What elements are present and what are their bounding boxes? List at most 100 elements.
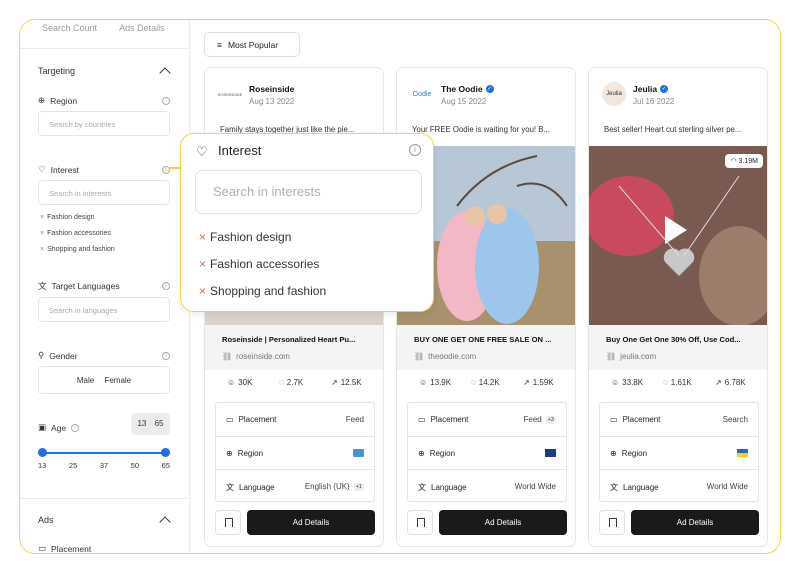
interest-tag[interactable]: × Fashion accessories	[199, 257, 319, 271]
bookmark-button[interactable]	[215, 510, 241, 535]
tab-ads-details[interactable]: Ads Details	[119, 23, 165, 33]
monitor-icon: ▭	[610, 415, 618, 424]
ad-info-table: ▭ Placement Search ⊕ Region 文 Language Worl…	[599, 402, 759, 502]
brand-name-text: Jeulia	[633, 84, 658, 94]
remove-icon[interactable]: ×	[199, 284, 206, 298]
play-icon[interactable]	[665, 216, 687, 244]
ad-card[interactable]: Jeulia Jeulia ✓ Jul 16 2022 Best seller! …	[588, 67, 768, 547]
ad-media[interactable]: ◠ 3.19M	[589, 146, 767, 325]
ad-date: Aug 13 2022	[249, 97, 295, 106]
placement-row-label: ▭ Placement	[418, 415, 468, 424]
info-icon[interactable]: i	[162, 282, 170, 290]
info-icon[interactable]: i	[71, 423, 80, 432]
region-flag-icon	[353, 449, 364, 457]
row-value: English (UK)	[304, 482, 350, 491]
translate-icon: 文	[418, 483, 426, 492]
chevron-up-icon[interactable]	[159, 67, 171, 79]
info-icon[interactable]: i	[409, 144, 421, 156]
row-label: Placement	[622, 415, 661, 424]
divider	[20, 498, 190, 499]
remove-icon[interactable]: ×	[199, 230, 206, 244]
interest-tag[interactable]: × Fashion accessories	[40, 230, 111, 237]
ad-title: BUY ONE GET ONE FREE SALE ON ...	[414, 335, 552, 344]
comments-stat: ◌ 1.61K	[663, 378, 692, 387]
info-icon[interactable]: i	[162, 97, 170, 105]
more-badge[interactable]: +1	[353, 482, 364, 491]
ad-details-button[interactable]: Ad Details	[439, 510, 567, 535]
likes-count: 13.9K	[430, 378, 452, 387]
language-row-label: 文 Language	[418, 482, 467, 493]
interest-tag[interactable]: × Fashion design	[199, 230, 291, 244]
info-icon[interactable]: i	[162, 352, 170, 360]
tick-label: 37	[99, 461, 109, 470]
bookmark-button[interactable]	[599, 510, 625, 535]
region-label-text: Region	[50, 95, 78, 106]
remove-icon[interactable]: ×	[40, 230, 44, 237]
verified-icon: ✓	[660, 85, 669, 93]
sort-button[interactable]: ≡ Most Popular	[204, 32, 300, 57]
comment-icon: ◌	[663, 378, 668, 387]
divider	[20, 48, 190, 49]
interest-tag[interactable]: × Shopping and fashion	[199, 284, 326, 298]
age-slider-track[interactable]	[42, 452, 164, 454]
ad-url-text: roseinside.com	[236, 352, 290, 361]
remove-icon[interactable]: ×	[40, 246, 44, 253]
tick-label: 65	[161, 461, 170, 470]
placement-row-label: ▭ Placement	[610, 415, 660, 424]
shares-count: 12.5K	[340, 378, 362, 387]
translate-icon: 文	[226, 483, 234, 492]
filter-sidebar: Search Count Ads Details Targeting ⊕ Reg…	[20, 20, 190, 554]
interest-search-input[interactable]: Search in interests	[38, 180, 170, 205]
tick-label: 25	[68, 461, 78, 470]
interest-tag[interactable]: × Fashion design	[40, 214, 95, 221]
ad-details-button[interactable]: Ad Details	[631, 510, 759, 535]
ad-details-button[interactable]: Ad Details	[247, 510, 375, 535]
interest-search-input-large[interactable]: Search in interests	[195, 170, 422, 214]
interest-popover: ♡ Interest i Search in interests × Fashio…	[180, 133, 434, 312]
link-icon: ⛓	[222, 352, 233, 361]
gender-label-text: Gender	[49, 350, 78, 361]
row-value: World Wide	[706, 482, 748, 491]
monitor-icon: ▭	[418, 415, 426, 424]
link-icon: ⛓	[414, 352, 425, 361]
tag-label: Fashion design	[210, 230, 292, 244]
age-slider-max-handle[interactable]	[161, 448, 170, 457]
brand-name: Roseinside	[249, 84, 294, 94]
tag-label: Fashion accessories	[47, 230, 111, 237]
region-search-input[interactable]: Search by countries	[38, 111, 170, 136]
heart-icon: ♡	[196, 144, 208, 159]
ad-date: Jul 16 2022	[633, 97, 675, 106]
more-badge[interactable]: +3	[545, 415, 556, 424]
languages-search-input[interactable]: Search in languages	[38, 297, 170, 322]
row-value: Feed	[523, 415, 542, 424]
bookmark-button[interactable]	[407, 510, 433, 535]
gender-female-option[interactable]: Female	[104, 376, 131, 385]
region-value	[353, 449, 364, 457]
placement-row: ▭ Placement Search	[600, 403, 758, 436]
age-slider-min-handle[interactable]	[38, 448, 47, 457]
row-value: Feed	[345, 415, 364, 424]
ukraine-flag-icon	[737, 449, 748, 457]
region-row: ⊕ Region	[408, 436, 566, 469]
placement-value: Feed +3	[523, 415, 556, 424]
tab-search-count[interactable]: Search Count	[42, 23, 97, 33]
comment-icon: ◌	[471, 378, 476, 387]
ad-url[interactable]: ⛓ roseinside.com	[222, 352, 290, 361]
likes-stat: ☺ 33.8K	[611, 378, 643, 387]
shares-stat: ↗ 12.5K	[331, 378, 362, 387]
interest-tag[interactable]: × Shopping and fashion	[40, 246, 115, 253]
link-icon: ⛓	[606, 352, 617, 361]
chevron-up-icon[interactable]	[159, 516, 171, 528]
age-slider-ticks: 13 25 37 50 65	[38, 461, 170, 470]
eye-icon: ◠	[730, 158, 739, 165]
remove-icon[interactable]: ×	[40, 214, 44, 221]
gender-male-option[interactable]: Male	[77, 376, 94, 385]
placement-label-text: Placement	[51, 543, 92, 554]
ad-url[interactable]: ⛓ theoodie.com	[414, 352, 476, 361]
heart-icon: ♡	[38, 164, 46, 174]
language-value: World Wide	[707, 482, 748, 491]
monitor-icon: ▭	[38, 543, 47, 553]
ad-url[interactable]: ⛓ jeulia.com	[606, 352, 656, 361]
remove-icon[interactable]: ×	[199, 257, 206, 271]
languages-label: 文 Target Languages	[38, 280, 120, 292]
